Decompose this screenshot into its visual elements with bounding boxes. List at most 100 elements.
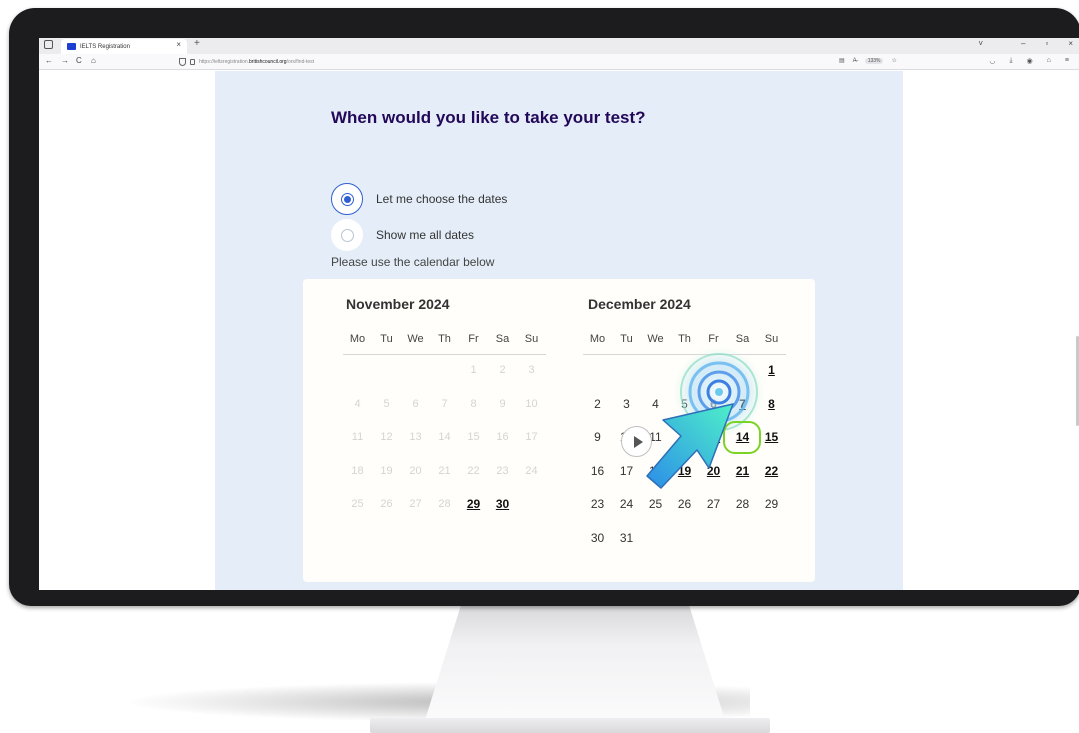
calendar-day-disabled: 22 (467, 464, 480, 477)
browser-toolbar-right: ◡ ⤓ ◉ ⌂ ≡ (989, 57, 1069, 65)
calendar-day-disabled: 7 (441, 397, 448, 410)
calendar-empty-cell (583, 362, 612, 396)
calendar-day-disabled: 15 (467, 431, 480, 443)
translate-icon[interactable]: A̶ (853, 58, 857, 64)
web-page: When would you like to take your test? L… (39, 71, 1079, 590)
calendar-day-available[interactable]: 8 (757, 396, 786, 430)
radio-show-all-dates[interactable]: Show me all dates (331, 219, 474, 251)
calendar-day[interactable]: 9 (583, 429, 612, 463)
bookmark-star-icon[interactable]: ☆ (891, 57, 896, 64)
calendar-empty-cell (401, 362, 430, 396)
extensions-icon[interactable]: ⌂ (1047, 57, 1051, 65)
tab-ielts-registration[interactable]: IELTS Registration × (61, 39, 187, 54)
calendar-day[interactable]: 23 (583, 496, 612, 530)
calendar-day-available[interactable]: 1 (757, 362, 786, 396)
close-window-icon[interactable]: × (1068, 39, 1073, 48)
tab-title: IELTS Registration (80, 43, 130, 50)
calendar-day-disabled: 16 (496, 431, 509, 443)
weekday-label: Th (438, 333, 451, 345)
calendar-empty-cell (372, 362, 401, 396)
calendar-day[interactable]: 3 (612, 396, 641, 430)
weekday-label: Mo (589, 333, 606, 345)
calendar-day-available[interactable]: 29 (459, 496, 488, 530)
calendar-day[interactable]: 27 (699, 496, 728, 530)
radio-label: Let me choose the dates (376, 192, 508, 206)
weekday-label: Sa (735, 333, 750, 345)
weekday-label: Sa (495, 333, 510, 345)
calendar-day-available[interactable]: 22 (757, 463, 786, 497)
calendar-day-disabled: 21 (438, 464, 451, 477)
calendar-day-disabled: 6 (412, 397, 419, 410)
monitor-base (370, 718, 770, 733)
forward-icon[interactable]: → (61, 56, 69, 65)
calendar-day-disabled: 2 (499, 364, 506, 376)
calendar-day-disabled: 5 (383, 397, 390, 410)
calendar-empty-cell (670, 362, 699, 396)
calendar-day[interactable]: 28 (728, 496, 757, 530)
calendar-day-disabled: 10 (525, 397, 538, 410)
tracking-protection-shield-icon[interactable] (179, 58, 186, 66)
maximize-icon[interactable]: ▫ (1045, 39, 1048, 48)
calendar-day[interactable]: 2 (583, 396, 612, 430)
tab-overview-icon[interactable] (44, 40, 53, 49)
mouse-cursor-arrow-icon (646, 403, 734, 489)
lock-icon[interactable] (190, 59, 195, 65)
back-icon[interactable]: ← (45, 56, 53, 65)
new-tab-icon[interactable]: + (194, 38, 200, 49)
minimize-icon[interactable]: – (1021, 39, 1025, 48)
reload-icon[interactable]: C (76, 56, 82, 65)
weekday-label: Fr (468, 333, 479, 345)
calendar-day[interactable]: 24 (612, 496, 641, 530)
reader-view-icon[interactable]: ▤ (839, 57, 845, 64)
calendar-empty-cell (343, 362, 372, 396)
calendar-day[interactable]: 25 (641, 496, 670, 530)
calendar-day-available[interactable]: 15 (757, 429, 786, 463)
calendar-day-disabled: 19 (380, 464, 393, 477)
calendar-day-disabled: 11 (351, 431, 364, 443)
tab-close-icon[interactable]: × (176, 40, 181, 49)
calendar-day[interactable]: 17 (612, 463, 641, 497)
calendar-day-disabled: 13 (409, 431, 422, 443)
calendar-day[interactable]: 30 (583, 530, 612, 564)
monitor-mockup: IELTS Registration × + ˅ – ▫ × ← → C ⌂ h… (0, 0, 1079, 733)
calendar-day-disabled: 20 (409, 464, 422, 477)
british-council-favicon-icon (67, 43, 76, 50)
downloads-icon[interactable]: ⤓ (1009, 57, 1012, 65)
weekday-label: Tu (380, 333, 393, 345)
calendar-day-disabled: 17 (525, 431, 538, 443)
day-grid: 1234567891011121314151617181920212223242… (343, 362, 546, 530)
radio-button-unchecked[interactable] (340, 228, 354, 242)
zoom-level-badge[interactable]: 133% (864, 57, 884, 64)
page-title: When would you like to take your test? (331, 108, 646, 127)
pocket-icon[interactable]: ◡ (989, 57, 995, 65)
home-icon[interactable]: ⌂ (91, 56, 96, 65)
radio-button-checked[interactable] (340, 192, 354, 206)
calendar-day-disabled: 24 (525, 464, 538, 477)
month-title: November 2024 (346, 296, 450, 312)
calendar-day-available[interactable]: 30 (488, 496, 517, 530)
menu-icon[interactable]: ≡ (1065, 57, 1069, 65)
weekday-header: Mo Tu We Th Fr Sa Su (583, 333, 786, 355)
radio-label: Show me all dates (376, 228, 475, 242)
url-host: britishcouncil.org (249, 59, 287, 65)
list-tabs-icon[interactable]: ˅ (978, 39, 983, 48)
weekday-label: Tu (620, 333, 633, 345)
calendar-day-disabled: 8 (470, 397, 477, 410)
calendar-day[interactable]: 16 (583, 463, 612, 497)
calendar-empty-cell (612, 362, 641, 396)
weekday-label: Su (524, 333, 539, 345)
calendar-instruction: Please use the calendar below (331, 255, 495, 269)
find-test-panel: When would you like to take your test? L… (215, 71, 903, 590)
calendar-day[interactable]: 26 (670, 496, 699, 530)
calendar-day-disabled: 1 (470, 364, 477, 376)
address-bar[interactable]: https://ieltsregistration. britishcouncil… (179, 56, 919, 68)
account-icon[interactable]: ◉ (1027, 57, 1033, 65)
address-bar-actions: ▤ A̶ 133% ☆ (839, 57, 897, 64)
calendar-day[interactable]: 29 (757, 496, 786, 530)
calendar-empty-cell (430, 362, 459, 396)
radio-choose-dates[interactable]: Let me choose the dates (331, 183, 507, 215)
calendar-day-disabled: 27 (409, 498, 422, 510)
weekday-label: We (407, 333, 424, 345)
calendar-day-disabled: 23 (496, 464, 509, 477)
calendar-day[interactable]: 31 (612, 530, 641, 564)
